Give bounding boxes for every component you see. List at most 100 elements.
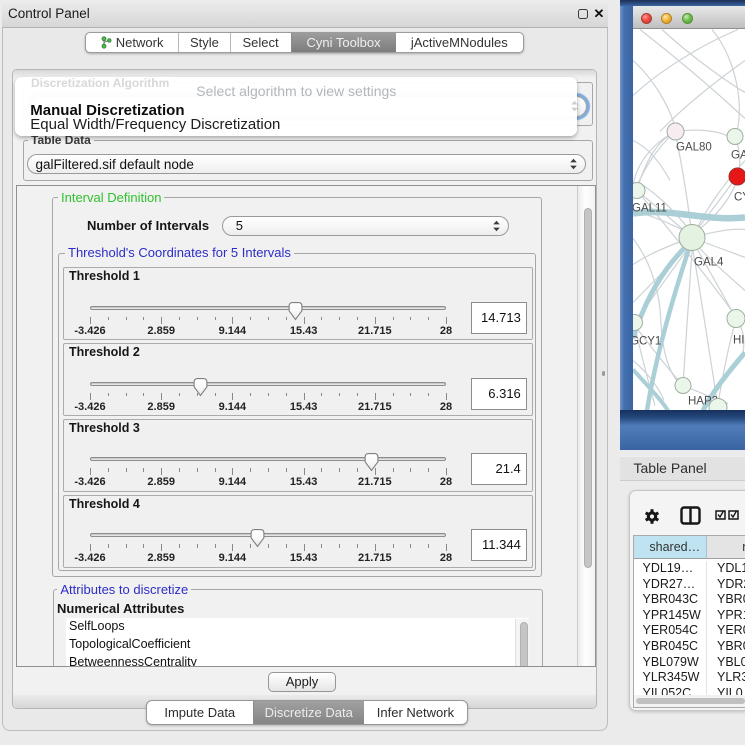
threshold-value-field[interactable]: 6.316 [471, 378, 527, 410]
slider-thumb[interactable] [363, 452, 380, 472]
cell-name[interactable]: YDR2 [707, 577, 745, 593]
table-row[interactable]: YPR145WYPR1 [634, 608, 745, 624]
cell-name[interactable]: YLR3 [707, 670, 745, 686]
table-horizontal-scrollbar[interactable] [634, 695, 745, 709]
table-row[interactable]: YER054CYER0 [634, 623, 745, 639]
number-of-intervals-label: Number of Intervals [87, 218, 209, 233]
splitter-nub[interactable] [602, 371, 605, 376]
network-window-titlebar[interactable] [633, 6, 745, 29]
network-canvas[interactable]: GAL80GACYGAL11GAL4GCY1HIHAP2 [633, 29, 745, 411]
network-node-hi[interactable] [727, 309, 745, 327]
number-of-intervals-combobox[interactable]: 5 [222, 216, 509, 236]
tab-label: jActiveMNodules [411, 33, 508, 52]
network-node-label: GA [731, 149, 745, 161]
table-row[interactable]: YDR27…YDR2 [634, 577, 745, 593]
network-node-gal80[interactable] [667, 123, 684, 140]
control-panel-titlebar[interactable]: Control Panel ✕ [2, 0, 608, 28]
table-panel-header: Table Panel [620, 456, 745, 481]
float-window-icon[interactable] [578, 9, 588, 19]
slider-track[interactable] [90, 382, 446, 386]
split-columns-icon[interactable] [680, 506, 701, 525]
slider-thumb[interactable] [287, 301, 304, 321]
table-row[interactable]: YBL079WYBL0 [634, 655, 745, 671]
slider-tick [286, 468, 287, 472]
cell-shared-name[interactable]: YPR145W [634, 608, 708, 624]
cell-name[interactable]: YBL0 [707, 655, 745, 671]
cell-shared-name[interactable]: YLR345W [634, 670, 708, 686]
attributes-list-scrollbar[interactable] [515, 619, 529, 667]
cell-name[interactable]: YBR0 [707, 592, 745, 608]
settings-scrollbar[interactable] [577, 186, 595, 666]
table-row[interactable]: YDL19…YDL1 [634, 561, 745, 577]
scrollbar-thumb[interactable] [636, 698, 745, 705]
slider-tick [410, 393, 411, 397]
network-node-ga[interactable] [727, 128, 743, 144]
slider-tick [410, 468, 411, 472]
tab-network[interactable]: Network [86, 33, 178, 52]
cell-shared-name[interactable]: YDR27… [634, 577, 708, 593]
cell-shared-name[interactable]: YBR045C [634, 639, 708, 655]
tab-cyni-toolbox[interactable]: Cyni Toolbox [291, 33, 396, 52]
cell-name[interactable]: YBR0 [707, 639, 745, 655]
column-header-shared-name[interactable]: shared… [634, 536, 708, 560]
table-data-combobox[interactable]: galFiltered.sif default node [27, 154, 586, 174]
icon-shape [102, 37, 106, 41]
scrollbar-thumb[interactable] [584, 208, 592, 568]
interval-definition-group-title: Interval Definition [58, 190, 164, 205]
threshold-value-field[interactable]: 11.344 [471, 529, 527, 561]
table-row[interactable]: YBR045CYBR0 [634, 639, 745, 655]
tab-jactivemnodules[interactable]: jActiveMNodules [396, 33, 523, 52]
column-header-name[interactable]: n… [707, 536, 745, 560]
zoom-light[interactable] [682, 13, 693, 24]
cell-name[interactable]: YER0 [707, 623, 745, 639]
checkbox-checked-icon[interactable] [715, 510, 726, 520]
slider-track[interactable] [90, 306, 446, 310]
slider-tick-label: 21.715 [358, 476, 392, 488]
tab-style[interactable]: Style [178, 33, 229, 52]
network-node-gal4[interactable] [679, 224, 705, 250]
slider-track[interactable] [90, 457, 446, 461]
minimize-light[interactable] [661, 13, 672, 24]
attribute-list-item[interactable]: BetweennessCentrality [66, 654, 529, 667]
network-node-cy[interactable] [729, 168, 745, 185]
bottom-tab-infer-network[interactable]: Infer Network [364, 701, 467, 724]
checkbox-checked-icon[interactable] [728, 510, 739, 520]
bottom-tab-impute-data[interactable]: Impute Data [147, 701, 253, 724]
scrollbar-thumb[interactable] [520, 622, 528, 667]
slider-tick [339, 317, 340, 321]
cell-shared-name[interactable]: YER054C [634, 623, 708, 639]
network-node-gal11[interactable] [633, 182, 645, 198]
attribute-list-item[interactable]: SelfLoops [66, 618, 529, 636]
threshold-value-field[interactable]: 21.4 [471, 453, 527, 485]
threshold-value-field[interactable]: 14.713 [471, 302, 527, 334]
slider-tick [286, 393, 287, 397]
cell-shared-name[interactable]: YBR043C [634, 592, 708, 608]
table-row[interactable]: YBR043CYBR0 [634, 592, 745, 608]
icon-shape [571, 101, 578, 111]
apply-button[interactable]: Apply [268, 672, 336, 692]
cell-shared-name[interactable]: YBL079W [634, 655, 708, 671]
slider-tick-label: -3.426 [74, 325, 105, 337]
slider-tick [393, 393, 394, 397]
close-icon[interactable]: ✕ [591, 0, 607, 28]
attribute-list-item[interactable]: TopologicalCoefficient [66, 636, 529, 654]
cell-name[interactable]: YDL1 [707, 561, 745, 577]
close-light[interactable] [641, 13, 652, 24]
slider-thumb[interactable] [249, 528, 266, 548]
network-node-hap2[interactable] [675, 377, 691, 393]
slider-tick [232, 317, 233, 324]
table-row[interactable]: YLR345WYLR3 [634, 670, 745, 686]
popup-item-equal-width-frequency[interactable]: Equal Width/Frequency Discretization [15, 116, 577, 133]
cell-shared-name[interactable]: YDL19… [634, 561, 708, 577]
slider-tick [179, 468, 180, 472]
bottom-tab-discretize-data[interactable]: Discretize Data [253, 701, 364, 724]
slider-tick [143, 544, 144, 548]
slider-thumb[interactable] [192, 377, 209, 397]
cell-name[interactable]: YPR1 [707, 608, 745, 624]
tab-select[interactable]: Select [230, 33, 291, 52]
tab-label: Network [116, 33, 164, 52]
slider-tick [268, 393, 269, 397]
slider-track[interactable] [90, 533, 446, 537]
gear-icon[interactable] [644, 508, 660, 525]
slider-tick [215, 317, 216, 321]
